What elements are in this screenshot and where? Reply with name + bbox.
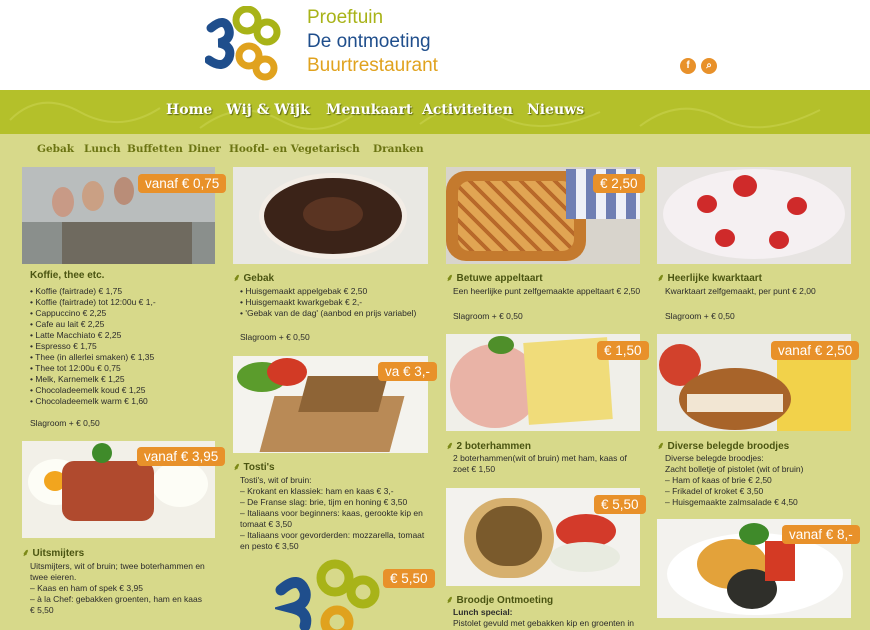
price-tag: vanaf € 2,50 bbox=[771, 341, 860, 360]
price-tag: € 1,50 bbox=[597, 341, 649, 360]
kwarktaart-photo bbox=[657, 167, 851, 264]
menu-item: zoet € 1,50 bbox=[453, 464, 496, 474]
menu-item: – à la Chef: gebakken groenten, ham en k… bbox=[30, 594, 203, 604]
menu-item: • Cappuccino € 2,25 bbox=[30, 308, 107, 318]
menu-item: • Chocoladeemelk koud € 1,25 bbox=[30, 385, 146, 395]
tab-buffetten[interactable]: Buffetten bbox=[127, 143, 183, 155]
menu-item: – Italiaans voor beginners: kaas, gerook… bbox=[240, 508, 423, 518]
menu-item: • Koffie (fairtrade) tot 12:00u € 1,- bbox=[30, 297, 156, 307]
price-tag: va € 3,- bbox=[378, 362, 438, 381]
card-title: ⸙ Heerlijke kwarktaart bbox=[657, 273, 763, 284]
menu-item: 2 boterhammen(wit of bruin) met ham, kaa… bbox=[453, 453, 627, 463]
menu-item: – Ham of kaas of brie € 2,50 bbox=[665, 475, 772, 485]
brand-name: Proeftuin De ontmoeting Buurtrestaurant bbox=[307, 6, 438, 78]
price-tag: vanaf € 8,- bbox=[782, 525, 860, 544]
price-tag: vanaf € 3,95 bbox=[137, 447, 226, 466]
card-title: ⸙ Diverse belegde broodjes bbox=[657, 441, 790, 452]
menu-item: • Melk, Karnemelk € 1,25 bbox=[30, 374, 125, 384]
leaf-icon: ⸙ bbox=[446, 595, 454, 606]
menu-item: en pesto € 3,50 bbox=[240, 541, 299, 551]
menu-item: • Chocoladeemelk warm € 1,60 bbox=[30, 396, 148, 406]
menu-item: Zacht bolletje of pistolet (wit of bruin… bbox=[665, 464, 804, 474]
menu-category-nav: Gebak Lunch Buffetten Diner Hoofd- en Ve… bbox=[0, 134, 870, 164]
lunch-special-label: Lunch special: bbox=[453, 607, 513, 617]
price-tag: € 5,50 bbox=[594, 495, 646, 514]
menu-item: – Huisgemaakte zalmsalade € 4,50 bbox=[665, 497, 798, 507]
menu-item: tomaat € 3,50 bbox=[240, 519, 292, 529]
leaf-icon: ⸙ bbox=[446, 273, 454, 284]
menu-item: Tosti's, wit of bruin: bbox=[240, 475, 312, 485]
leaf-icon: ⸙ bbox=[22, 548, 30, 559]
card-text: Diverse belegde broodjes: Zacht bolletje… bbox=[665, 453, 803, 508]
card-text: 2 boterhammen(wit of bruin) met ham, kaa… bbox=[453, 453, 627, 475]
tab-gebak[interactable]: Gebak bbox=[37, 143, 74, 155]
tab-diner[interactable]: Diner bbox=[188, 143, 221, 155]
card-title: ⸙ Broodje Ontmoeting bbox=[446, 595, 554, 606]
card-text: Lunch special: Pistolet gevuld met gebak… bbox=[453, 607, 634, 629]
menu-item: • Espresso € 1,75 bbox=[30, 341, 97, 351]
menu-item: Diverse belegde broodjes: bbox=[665, 453, 764, 463]
menu-item: Uitsmijters, wit of bruin; twee boterham… bbox=[30, 561, 205, 571]
card-text: • Huisgemaakt appelgebak € 2,50 • Huisge… bbox=[240, 286, 416, 319]
card-title: ⸙ Betuwe appeltaart bbox=[446, 273, 543, 284]
menu-item: • Huisgemaakt appelgebak € 2,50 bbox=[240, 286, 368, 296]
menu-item: – De Franse slag: brie, tijm en honing €… bbox=[240, 497, 408, 507]
menu-item: • Thee tot 12:00u € 0,75 bbox=[30, 363, 121, 373]
nav-nieuws[interactable]: Nieuws bbox=[527, 102, 584, 118]
card-title: ⸙ Uitsmijters bbox=[22, 548, 85, 559]
menu-item: • Koffie (fairtrade) € 1,75 bbox=[30, 286, 123, 296]
card-text: Een heerlijke punt zelfgemaakte appeltaa… bbox=[453, 286, 641, 296]
slagroom-note: Slagroom + € 0,50 bbox=[453, 311, 523, 321]
facebook-icon[interactable]: f bbox=[680, 58, 696, 74]
menu-item: • Huisgemaakt kwarkgebak € 2,- bbox=[240, 297, 363, 307]
brand-line-3: Buurtrestaurant bbox=[307, 55, 438, 76]
card-text: Kwarktaart zelfgemaakt, per punt € 2,00 bbox=[665, 286, 816, 296]
menu-item: € 5,50 bbox=[30, 605, 54, 615]
gebak-photo bbox=[233, 167, 428, 264]
site-header: Proeftuin De ontmoeting Buurtrestaurant … bbox=[0, 0, 870, 90]
menu-item: • Latte Macchiato € 2,25 bbox=[30, 330, 122, 340]
menu-item: • Cafe au lait € 2,25 bbox=[30, 319, 105, 329]
menu-item: – Frikadel of kroket € 3,50 bbox=[665, 486, 764, 496]
card-text: • Koffie (fairtrade) € 1,75 • Koffie (fa… bbox=[30, 286, 156, 407]
nav-home[interactable]: Home bbox=[166, 102, 212, 118]
site-logo[interactable] bbox=[205, 6, 283, 81]
nav-wij-en-wijk[interactable]: Wij & Wijk bbox=[226, 102, 310, 118]
card-title: Koffie, thee etc. bbox=[30, 270, 105, 281]
search-icon[interactable]: ⌕ bbox=[701, 58, 717, 74]
leaf-icon: ⸙ bbox=[233, 462, 241, 473]
price-tag: vanaf € 0,75 bbox=[138, 174, 227, 193]
tab-lunch[interactable]: Lunch bbox=[84, 143, 121, 155]
nav-activiteiten[interactable]: Activiteiten bbox=[422, 102, 513, 118]
leaf-icon: ⸙ bbox=[657, 273, 665, 284]
price-tag: € 2,50 bbox=[593, 174, 645, 193]
brand-line-1: Proeftuin bbox=[307, 7, 384, 28]
menu-item: – Kaas en ham of spek € 3,95 bbox=[30, 583, 143, 593]
menu-item: twee eieren. bbox=[30, 572, 77, 582]
menu-item: – Italiaans voor gevorderden: mozzarella… bbox=[240, 530, 425, 540]
footer-logo bbox=[275, 559, 380, 630]
nav-menukaart[interactable]: Menukaart bbox=[326, 102, 412, 118]
tab-hoofd-en-vegetarisch[interactable]: Hoofd- en Vegetarisch bbox=[229, 143, 360, 155]
slagroom-note: Slagroom + € 0,50 bbox=[665, 311, 735, 321]
card-text: Tosti's, wit of bruin: – Krokant en klas… bbox=[240, 475, 440, 552]
menu-item: – Krokant en klassiek: ham en kaas € 3,- bbox=[240, 486, 394, 496]
tab-dranken[interactable]: Dranken bbox=[373, 143, 424, 155]
leaf-icon: ⸙ bbox=[657, 441, 665, 452]
card-title: ⸙ 2 boterhammen bbox=[446, 441, 531, 452]
leaf-icon: ⸙ bbox=[233, 273, 241, 284]
card-title: ⸙ Tosti's bbox=[233, 462, 275, 473]
price-tag: € 5,50 bbox=[383, 569, 435, 588]
menu-item: Pistolet gevuld met gebakken kip en groe… bbox=[453, 618, 634, 628]
slagroom-note: Slagroom + € 0,50 bbox=[30, 418, 100, 428]
card-text: Uitsmijters, wit of bruin; twee boterham… bbox=[30, 561, 220, 616]
menu-item: • Thee (in allerlei smaken) € 1,35 bbox=[30, 352, 155, 362]
main-nav: Home Wij & Wijk Menukaart Activiteiten N… bbox=[0, 90, 870, 134]
card-title: ⸙ Gebak bbox=[233, 273, 275, 284]
leaf-icon: ⸙ bbox=[446, 441, 454, 452]
brand-line-2: De ontmoeting bbox=[307, 31, 431, 52]
slagroom-note: Slagroom + € 0,50 bbox=[240, 332, 310, 342]
menu-item: • 'Gebak van de dag' (aanbod en prijs va… bbox=[240, 308, 417, 318]
